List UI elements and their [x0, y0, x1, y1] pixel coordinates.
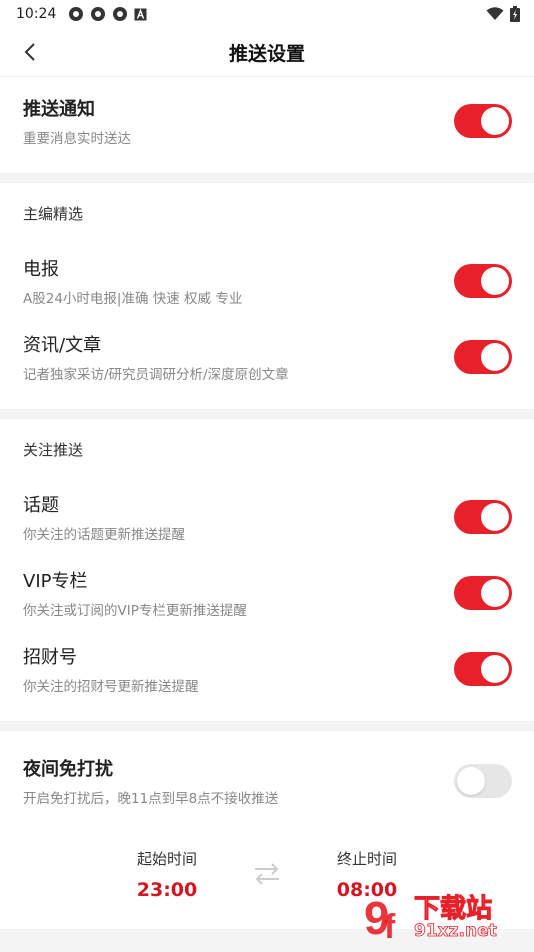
zhaocai-desc: 你关注的招财号更新推送提醒 [23, 679, 199, 695]
news-article-desc: 记者独家采访/研究员调研分析/深度原创文章 [23, 367, 289, 383]
end-time-label: 终止时间 [336, 849, 397, 868]
swap-arrows-icon [255, 863, 279, 885]
a-notification-icon [134, 8, 147, 20]
watermark-logo: 9 f 下载站 91xz.net [362, 888, 532, 948]
telegraph-row: 电报 A股24小时电报|准确 快速 权威 专业 [0, 243, 534, 319]
topic-toggle[interactable] [454, 500, 512, 534]
push-notification-desc: 重要消息实时送达 [23, 131, 131, 147]
chevron-left-icon [24, 43, 35, 61]
topic-row: 话题 你关注的话题更新推送提醒 [0, 479, 534, 555]
news-article-row: 资讯/文章 记者独家采访/研究员调研分析/深度原创文章 [0, 319, 534, 395]
zhaocai-title: 招财号 [23, 647, 77, 668]
news-article-title: 资讯/文章 [23, 335, 102, 356]
start-time-label: 起始时间 [136, 849, 197, 868]
status-bar: 10:24 [0, 0, 534, 28]
night-mode-row: 夜间免打扰 开启免打扰后，晚11点到早8点不接收推送 [0, 743, 534, 819]
status-time: 10:24 [16, 6, 57, 22]
vip-column-row: VIP专栏 你关注或订阅的VIP专栏更新推送提醒 [0, 555, 534, 631]
topic-desc: 你关注的话题更新推送提醒 [23, 527, 185, 543]
night-mode-title: 夜间免打扰 [23, 759, 113, 780]
start-time-picker[interactable]: 起始时间 23:00 [97, 848, 237, 901]
start-time-value: 23:00 [136, 878, 198, 901]
app-notification-icon [91, 7, 106, 21]
editor-section: 主编精选 电报 A股24小时电报|准确 快速 权威 专业 资讯/文章 记者独家采… [0, 183, 534, 409]
vip-column-title: VIP专栏 [23, 571, 88, 592]
watermark-text: 下载站 [413, 894, 493, 925]
push-notification-row: 推送通知 重要消息实时送达 [0, 83, 534, 159]
telegraph-desc: A股24小时电报|准确 快速 权威 专业 [23, 291, 243, 307]
app-notification-icon [69, 7, 84, 21]
news-article-toggle[interactable] [454, 340, 512, 374]
push-section: 推送通知 重要消息实时送达 [0, 77, 534, 173]
telegraph-toggle[interactable] [454, 264, 512, 298]
back-button[interactable] [14, 36, 46, 68]
night-mode-toggle[interactable] [454, 764, 512, 798]
svg-text:f: f [384, 908, 396, 946]
battery-charging-icon [510, 6, 520, 22]
editor-section-header: 主编精选 [23, 204, 84, 223]
notification-icons [68, 6, 147, 22]
telegraph-title: 电报 [23, 259, 59, 280]
zhaocai-toggle[interactable] [454, 652, 512, 686]
vip-column-toggle[interactable] [454, 576, 512, 610]
zhaocai-row: 招财号 你关注的招财号更新推送提醒 [0, 631, 534, 707]
push-notification-title: 推送通知 [23, 99, 95, 120]
night-mode-desc: 开启免打扰后，晚11点到早8点不接收推送 [23, 791, 279, 807]
page-title: 推送设置 [228, 42, 305, 65]
push-notification-toggle[interactable] [454, 104, 512, 138]
wifi-icon [486, 7, 504, 20]
watermark-url: 91xz.net [414, 921, 498, 942]
system-icons [486, 6, 520, 22]
follow-section: 关注推送 话题 你关注的话题更新推送提醒 VIP专栏 你关注或订阅的VIP专栏更… [0, 419, 534, 721]
topic-title: 话题 [23, 495, 59, 516]
vip-column-desc: 你关注或订阅的VIP专栏更新推送提醒 [23, 603, 247, 619]
follow-section-header: 关注推送 [23, 440, 84, 459]
nav-bar: 推送设置 [0, 28, 534, 77]
app-notification-icon [113, 7, 128, 21]
